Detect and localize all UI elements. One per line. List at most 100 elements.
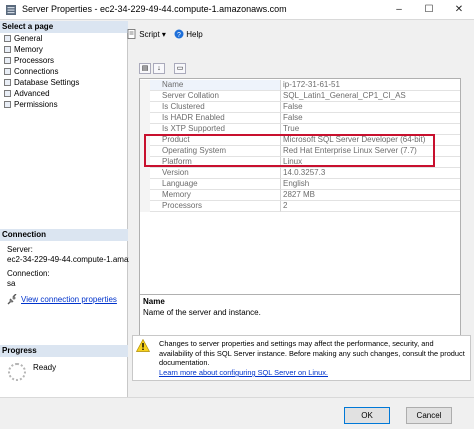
property-name: Is HADR Enabled [150, 113, 281, 124]
property-value: False [281, 102, 460, 113]
page-item-label: Permissions [14, 100, 58, 109]
property-value: Red Hat Enterprise Linux Server (7.7) [281, 146, 460, 157]
warning-icon [136, 339, 150, 352]
property-value: English [281, 179, 460, 190]
title-bar: Server Properties - ec2-34-229-49-44.com… [0, 0, 474, 20]
categorized-sort-icon[interactable]: ▤ [139, 63, 151, 74]
row-margin [140, 135, 150, 146]
table-row[interactable]: Processors 2 [140, 201, 460, 212]
page-item-advanced[interactable]: Advanced [4, 88, 50, 99]
page-item-database-settings[interactable]: Database Settings [4, 77, 79, 88]
alphabetical-sort-icon[interactable]: ↓ [153, 63, 165, 74]
ok-button[interactable]: OK [344, 407, 390, 424]
property-value: False [281, 113, 460, 124]
help-label: Help [186, 30, 203, 39]
row-margin [140, 80, 150, 91]
property-name: Operating System [150, 146, 281, 157]
view-connection-properties-link[interactable]: View connection properties [21, 295, 117, 305]
row-margin [140, 190, 150, 201]
server-label: Server: [7, 245, 33, 254]
connection-properties-icon [7, 294, 17, 305]
maximize-button[interactable]: ☐ [414, 0, 444, 20]
property-name: Language [150, 179, 281, 190]
row-margin [140, 124, 150, 135]
property-pages-icon[interactable]: ▭ [174, 63, 186, 74]
svg-text:?: ? [177, 32, 181, 39]
table-row[interactable]: Is Clustered False [140, 102, 460, 113]
table-row[interactable]: Version 14.0.3257.3 [140, 168, 460, 179]
cancel-button[interactable]: Cancel [406, 407, 452, 424]
warning-text: Changes to server properties and setting… [159, 339, 465, 367]
progress-spinner-icon [8, 363, 26, 381]
property-value: SQL_Latin1_General_CP1_CI_AS [281, 91, 460, 102]
learn-more-link[interactable]: Learn more about configuring SQL Server … [159, 368, 328, 377]
description-text: Name of the server and instance. [143, 308, 261, 317]
right-pane: Script ▾ ? Help ▤ ↓ ▭ Name ip-172-31-61-5… [127, 21, 474, 397]
row-margin [140, 146, 150, 157]
server-value: ec2-34-229-49-44.compute-1.amaz [7, 255, 133, 264]
property-name: Server Collation [150, 91, 281, 102]
script-icon [127, 29, 136, 39]
help-button[interactable]: ? Help [174, 29, 203, 39]
left-pane: Select a page General Memory Processors … [0, 21, 132, 397]
script-label: Script [139, 30, 160, 39]
page-icon [4, 35, 11, 42]
table-row[interactable]: Language English [140, 179, 460, 190]
description-title: Name [143, 297, 165, 306]
property-name: Is Clustered [150, 102, 281, 113]
row-margin [140, 91, 150, 102]
property-name: Processors [150, 201, 281, 212]
minimize-button[interactable]: – [384, 0, 414, 20]
page-item-label: General [14, 34, 43, 43]
page-item-connections[interactable]: Connections [4, 66, 58, 77]
help-icon: ? [174, 29, 184, 39]
page-icon [4, 90, 11, 97]
window-title: Server Properties - ec2-34-229-49-44.com… [22, 4, 287, 14]
table-row[interactable]: Is HADR Enabled False [140, 113, 460, 124]
script-button[interactable]: Script ▾ [127, 29, 166, 39]
page-icon [4, 68, 11, 75]
table-row[interactable]: Name ip-172-31-61-51 [140, 80, 460, 91]
table-row[interactable]: Memory 2827 MB [140, 190, 460, 201]
row-margin [140, 102, 150, 113]
property-value: 14.0.3257.3 [281, 168, 460, 179]
warning-panel: Changes to server properties and setting… [132, 335, 471, 381]
page-icon [4, 79, 11, 86]
page-item-memory[interactable]: Memory [4, 44, 43, 55]
connection-header: Connection [0, 229, 128, 241]
page-item-general[interactable]: General [4, 33, 42, 44]
page-item-label: Processors [14, 56, 55, 65]
table-row[interactable]: Product Microsoft SQL Server Developer (6… [140, 135, 460, 146]
page-item-permissions[interactable]: Permissions [4, 99, 58, 110]
property-name: Name [150, 80, 281, 91]
server-icon [6, 5, 16, 15]
script-dropdown-icon[interactable]: ▾ [162, 30, 166, 39]
property-value: True [281, 124, 460, 135]
page-item-processors[interactable]: Processors [4, 55, 54, 66]
progress-header: Progress [0, 345, 128, 357]
row-margin [140, 201, 150, 212]
close-button[interactable]: ✕ [444, 0, 474, 20]
table-row[interactable]: Platform Linux [140, 157, 460, 168]
select-page-header: Select a page [0, 21, 128, 33]
property-value: ip-172-31-61-51 [281, 80, 460, 91]
property-grid[interactable]: Name ip-172-31-61-51 Server Collation SQL_… [139, 78, 461, 304]
connection-value: sa [7, 279, 16, 288]
property-name: Memory [150, 190, 281, 201]
page-icon [4, 46, 11, 53]
property-value: 2 [281, 201, 460, 212]
page-item-label: Memory [14, 45, 43, 54]
property-name: Product [150, 135, 281, 146]
row-margin [140, 157, 150, 168]
progress-status: Ready [33, 363, 57, 372]
row-margin [140, 179, 150, 190]
table-row[interactable]: Server Collation SQL_Latin1_General_CP1_C… [140, 91, 460, 102]
button-bar: OK Cancel [0, 397, 474, 429]
page-icon [4, 57, 11, 64]
table-row[interactable]: Is XTP Supported True [140, 124, 460, 135]
property-name: Version [150, 168, 281, 179]
row-margin [140, 168, 150, 179]
table-row[interactable]: Operating System Red Hat Enterprise Linux… [140, 146, 460, 157]
row-margin [140, 113, 150, 124]
connection-label: Connection: [7, 269, 50, 278]
